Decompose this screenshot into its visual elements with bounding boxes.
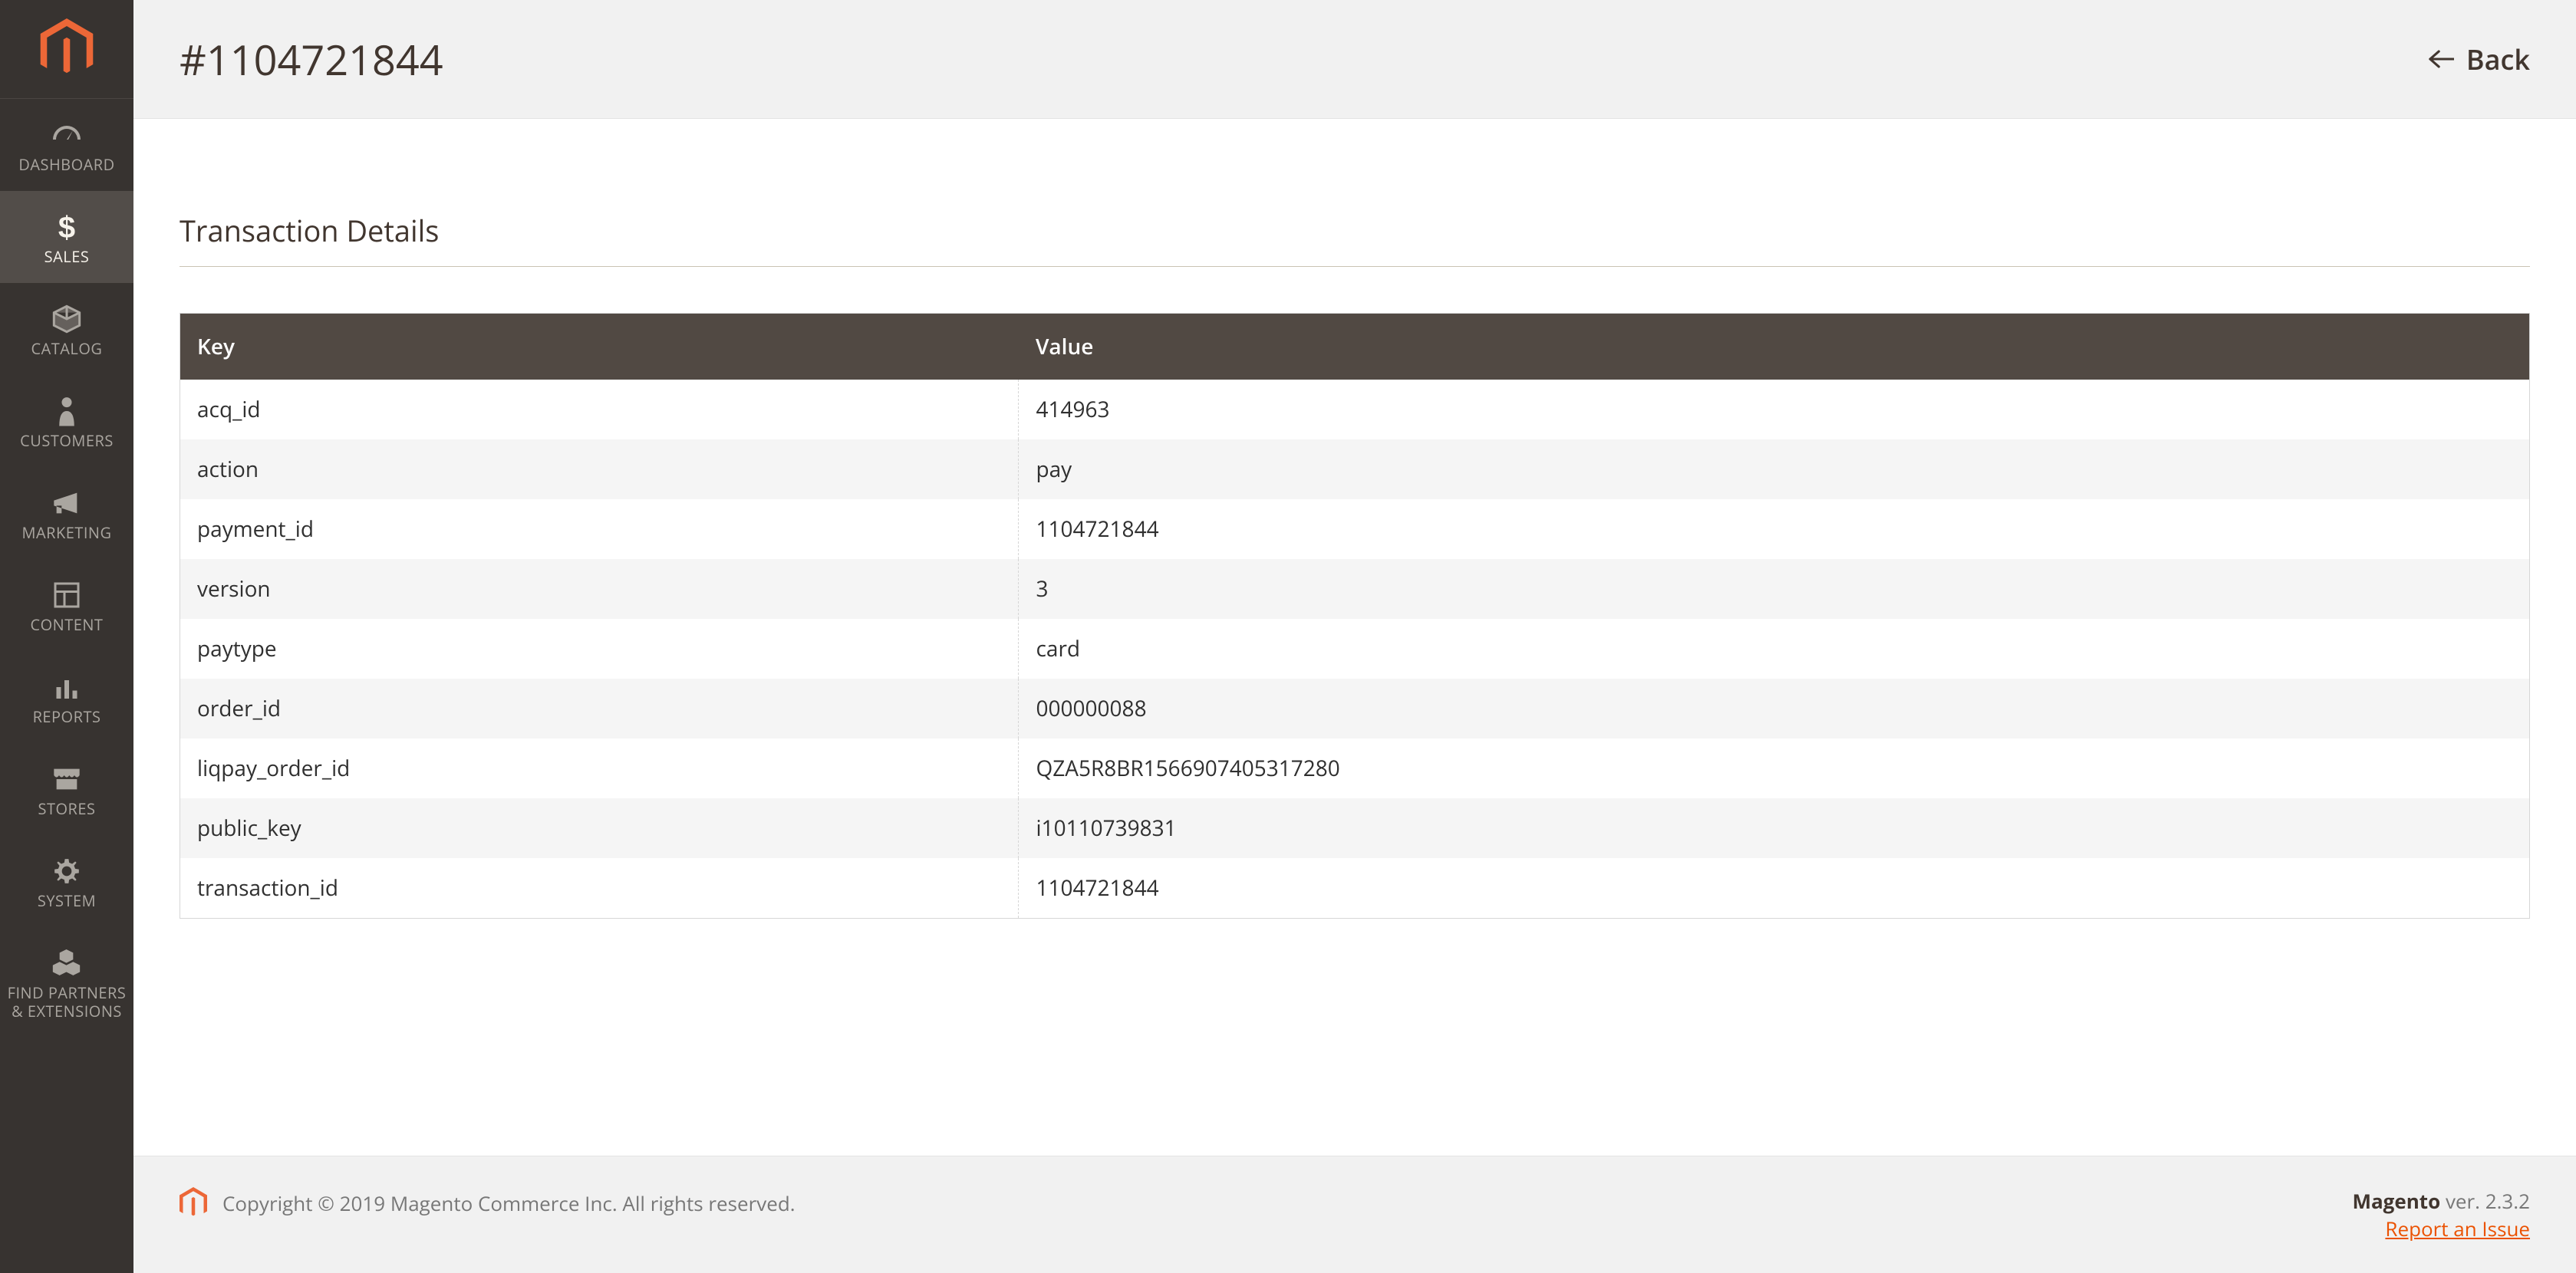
main-nav: DASHBOARD $ SALES CATALOG CUSTOMERS MARK… <box>0 99 133 1038</box>
version-text: Magento ver. 2.3.2 <box>2352 1187 2530 1215</box>
back-button[interactable]: Back <box>2428 41 2530 78</box>
bars-icon <box>53 671 81 703</box>
nav-label: REPORTS <box>33 708 101 726</box>
svg-text:$: $ <box>58 212 75 242</box>
table-row: transaction_id1104721844 <box>180 858 2530 919</box>
table-row: acq_id414963 <box>180 380 2530 439</box>
person-icon <box>57 395 77 427</box>
logo-wrap <box>0 0 133 99</box>
nav-customers[interactable]: CUSTOMERS <box>0 375 133 467</box>
nav-catalog[interactable]: CATALOG <box>0 283 133 375</box>
boxes-icon <box>51 947 82 979</box>
cell-value: 1104721844 <box>1019 499 2530 559</box>
nav-label: CATALOG <box>31 340 103 358</box>
cell-value: 3 <box>1019 559 2530 619</box>
cell-key: payment_id <box>180 499 1019 559</box>
page-title: #1104721844 <box>180 31 443 87</box>
dollar-icon: $ <box>57 211 77 243</box>
cell-key: order_id <box>180 679 1019 738</box>
megaphone-icon <box>51 487 82 519</box>
cell-key: paytype <box>180 619 1019 679</box>
cell-key: liqpay_order_id <box>180 738 1019 798</box>
cell-key: acq_id <box>180 380 1019 439</box>
back-label: Back <box>2466 41 2530 78</box>
dashboard-icon <box>50 119 84 151</box>
cell-value: 000000088 <box>1019 679 2530 738</box>
nav-find-partners[interactable]: FIND PARTNERS & EXTENSIONS <box>0 927 133 1038</box>
admin-sidebar: DASHBOARD $ SALES CATALOG CUSTOMERS MARK… <box>0 0 133 1273</box>
nav-system[interactable]: SYSTEM <box>0 835 133 927</box>
nav-label: SALES <box>44 248 90 266</box>
nav-sales[interactable]: $ SALES <box>0 191 133 283</box>
table-row: paytypecard <box>180 619 2530 679</box>
cell-value: pay <box>1019 439 2530 499</box>
product-name: Magento <box>2352 1187 2440 1215</box>
storefront-icon <box>51 763 82 795</box>
content: Transaction Details Key Value acq_id4149… <box>133 119 2576 1156</box>
nav-label: MARKETING <box>21 524 111 542</box>
nav-marketing[interactable]: MARKETING <box>0 467 133 559</box>
table-row: payment_id1104721844 <box>180 499 2530 559</box>
nav-label: CUSTOMERS <box>20 432 114 450</box>
cell-key: public_key <box>180 798 1019 858</box>
cell-key: transaction_id <box>180 858 1019 919</box>
nav-content[interactable]: CONTENT <box>0 559 133 651</box>
nav-label: SYSTEM <box>38 892 96 910</box>
nav-label: FIND PARTNERS & EXTENSIONS <box>8 984 127 1021</box>
footer-left: Copyright © 2019 Magento Commerce Inc. A… <box>180 1187 796 1219</box>
main-area: #1104721844 Back Transaction Details Key… <box>133 0 2576 1273</box>
table-row: order_id000000088 <box>180 679 2530 738</box>
page-header: #1104721844 Back <box>133 0 2576 119</box>
version-number: ver. 2.3.2 <box>2440 1187 2530 1215</box>
cell-value: i10110739831 <box>1019 798 2530 858</box>
layout-icon <box>53 579 81 611</box>
col-value-header: Value <box>1019 314 2530 380</box>
col-key-header: Key <box>180 314 1019 380</box>
cell-value: 414963 <box>1019 380 2530 439</box>
cell-value: card <box>1019 619 2530 679</box>
page-footer: Copyright © 2019 Magento Commerce Inc. A… <box>133 1156 2576 1273</box>
table-row: liqpay_order_idQZA5R8BR1566907405317280 <box>180 738 2530 798</box>
table-body: acq_id414963actionpaypayment_id110472184… <box>180 380 2530 919</box>
nav-label: STORES <box>38 800 96 818</box>
table-row: actionpay <box>180 439 2530 499</box>
cell-value: 1104721844 <box>1019 858 2530 919</box>
section-title: Transaction Details <box>180 211 2530 267</box>
cell-key: version <box>180 559 1019 619</box>
cell-key: action <box>180 439 1019 499</box>
table-row: version3 <box>180 559 2530 619</box>
nav-label: CONTENT <box>31 616 104 634</box>
nav-label: DASHBOARD <box>18 156 114 174</box>
arrow-left-icon <box>2428 50 2454 68</box>
nav-reports[interactable]: REPORTS <box>0 651 133 743</box>
magento-logo-icon[interactable] <box>40 18 94 80</box>
transaction-table: Key Value acq_id414963actionpaypayment_i… <box>180 313 2530 919</box>
footer-right: Magento ver. 2.3.2 Report an Issue <box>2352 1187 2530 1242</box>
nav-dashboard[interactable]: DASHBOARD <box>0 99 133 191</box>
cell-value: QZA5R8BR1566907405317280 <box>1019 738 2530 798</box>
nav-stores[interactable]: STORES <box>0 743 133 835</box>
report-issue-link[interactable]: Report an Issue <box>2385 1215 2530 1242</box>
copyright-text: Copyright © 2019 Magento Commerce Inc. A… <box>222 1189 796 1217</box>
magento-logo-small-icon <box>180 1187 207 1219</box>
box-icon <box>51 303 82 335</box>
table-row: public_keyi10110739831 <box>180 798 2530 858</box>
gear-icon <box>52 855 81 887</box>
